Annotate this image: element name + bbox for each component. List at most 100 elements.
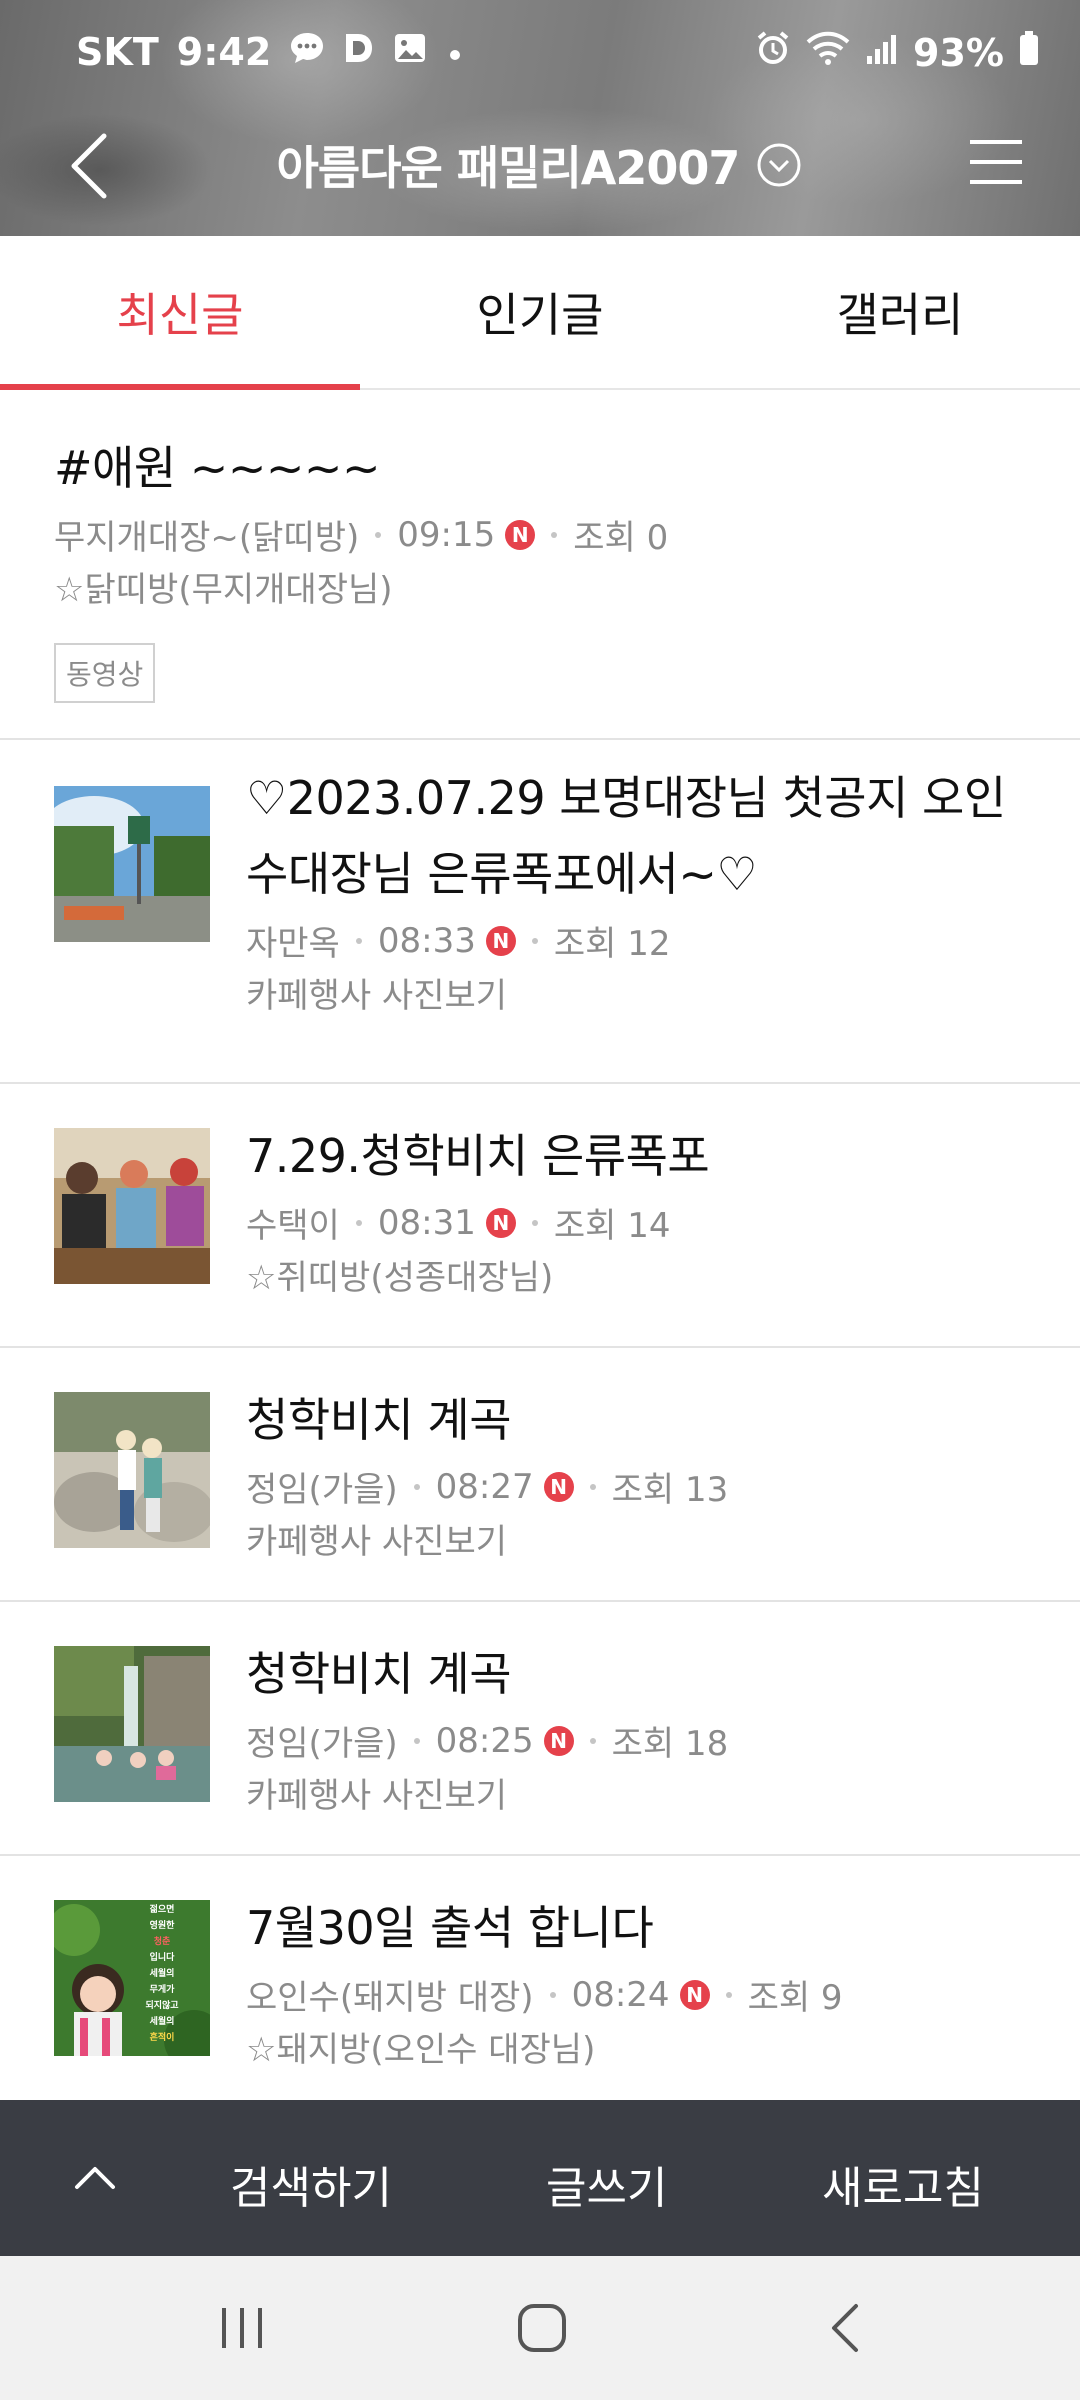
post-views: 조회 18 (611, 1724, 729, 1764)
post-meta: 정임(가을) 08:25 N 조회 18 (246, 1716, 1026, 1765)
post-title-line1: ♡2023.07.29 보명대장님 첫공지 오인 (246, 771, 1006, 825)
carrier-label: SKT (76, 30, 159, 74)
separator-dot (355, 1219, 362, 1226)
post-thumbnail (54, 1646, 210, 1802)
menu-button[interactable] (968, 138, 1024, 186)
wifi-icon (805, 30, 851, 75)
thumbnail-caption-line: 되지않고 (145, 2001, 179, 2011)
post-title: 청학비치 계곡 (246, 1647, 512, 1701)
separator-dot (551, 531, 558, 538)
status-bar: SKT 9:42 93% (0, 0, 1080, 96)
list-item[interactable]: 젊으면 영원한 청춘 입니다 세월의 무게가 되지않고 세월의 흔적이 7월30… (0, 1856, 1080, 2096)
separator-dot (589, 1737, 596, 1744)
dot-icon (445, 30, 465, 74)
post-thumbnail: 젊으면 영원한 청춘 입니다 세월의 무게가 되지않고 세월의 흔적이 (54, 1900, 210, 2056)
cafe-name: 아름다운 패밀리A2007 (276, 141, 741, 195)
post-title: 7.29.청학비치 은류폭포 (246, 1129, 710, 1183)
tab-popular[interactable]: 인기글 (360, 236, 720, 388)
thumbnail-caption-line: 무게가 (149, 1985, 175, 1995)
post-thumbnail (54, 1128, 210, 1284)
list-item[interactable]: 7.29.청학비치 은류폭포 수택이 08:31 N 조회 14 ☆쥐띠방(성종… (0, 1084, 1080, 1348)
chat-bubble-icon (289, 30, 325, 74)
post-author: 자만옥 (246, 924, 340, 964)
battery-icon (1018, 30, 1040, 75)
recent-apps-button[interactable] (212, 2298, 272, 2358)
separator-dot (413, 1483, 420, 1490)
post-views: 조회 9 (747, 1978, 843, 2018)
post-author: 오인수(돼지방 대장) (246, 1978, 534, 2018)
separator-dot (549, 1991, 556, 1998)
post-meta: 오인수(돼지방 대장) 08:24 N 조회 9 (246, 1970, 1026, 2019)
thumbnail-caption-line: 젊으면 (149, 1905, 175, 1915)
post-time: 08:33 (377, 920, 476, 961)
post-title-line2: 수대장님 은류폭포에서~♡ (246, 847, 758, 901)
bottom-toolbar: 검색하기 글쓰기 새로고침 (0, 2100, 1080, 2256)
post-meta: 자만옥 08:33 N 조회 12 (246, 916, 1026, 965)
d-app-icon (343, 30, 375, 74)
post-meta: 수택이 08:31 N 조회 14 (246, 1198, 1026, 1247)
nav-back-icon (832, 2304, 858, 2352)
signal-icon (865, 31, 899, 75)
post-board: 카페행사 사진보기 (246, 1522, 508, 1562)
post-author: 정임(가을) (246, 1724, 398, 1764)
tab-latest[interactable]: 최신글 (0, 236, 360, 390)
chevron-up-icon (75, 2167, 115, 2189)
list-item[interactable]: 청학비치 계곡 정임(가을) 08:27 N 조회 13 카페행사 사진보기 (0, 1348, 1080, 1602)
thumbnail-caption-line: 청춘 (153, 1937, 171, 1947)
post-title: 7월30일 출석 합니다 (246, 1901, 654, 1955)
list-item[interactable]: ♡2023.07.29 보명대장님 첫공지 오인 수대장님 은류폭포에서~♡ 자… (0, 740, 1080, 1084)
separator-dot (589, 1483, 596, 1490)
scroll-top-button[interactable] (0, 2100, 190, 2256)
post-time: 08:31 (377, 1202, 476, 1243)
separator-dot (531, 937, 538, 944)
post-views: 조회 0 (573, 518, 669, 558)
search-button[interactable]: 검색하기 (230, 2152, 392, 2216)
post-board: ☆돼지방(오인수 대장님) (246, 2030, 596, 2070)
new-badge: N (485, 1207, 516, 1238)
post-board: 카페행사 사진보기 (246, 1776, 508, 1816)
post-board: 카페행사 사진보기 (246, 976, 508, 1016)
post-time: 08:27 (435, 1466, 534, 1507)
thumbnail-caption-line: 입니다 (149, 1953, 175, 1963)
post-author: 정임(가을) (246, 1470, 398, 1510)
write-button[interactable]: 글쓰기 (546, 2152, 667, 2216)
post-board: ☆쥐띠방(성종대장님) (246, 1258, 554, 1298)
recent-apps-icon (222, 2308, 262, 2348)
list-item[interactable]: 청학비치 계곡 정임(가을) 08:25 N 조회 18 카페행사 사진보기 (0, 1602, 1080, 1856)
post-list: #애원 ~~~~~ 무지개대장~(닭띠방) 09:15 N 조회 0 ☆닭띠방(… (0, 396, 1080, 2096)
post-views: 조회 14 (553, 1206, 671, 1246)
thumbnail-caption-line: 세월의 (149, 2017, 175, 2027)
post-board: ☆닭띠방(무지개대장님) (54, 570, 393, 610)
post-author: 수택이 (246, 1206, 340, 1246)
separator-dot (413, 1737, 420, 1744)
separator-dot (355, 937, 362, 944)
home-button[interactable] (512, 2298, 572, 2358)
cafe-title[interactable]: 아름다운 패밀리A2007 (0, 132, 1080, 198)
new-badge: N (485, 925, 516, 956)
new-badge: N (505, 519, 536, 550)
separator-dot (531, 1219, 538, 1226)
post-meta: 정임(가을) 08:27 N 조회 13 (246, 1462, 1026, 1511)
gallery-icon (393, 30, 427, 74)
alarm-icon (755, 30, 791, 75)
chevron-down-circle-icon (757, 143, 801, 187)
post-views: 조회 13 (611, 1470, 729, 1510)
thumbnail-caption-line: 세월의 (149, 1969, 175, 1979)
list-item[interactable]: #애원 ~~~~~ 무지개대장~(닭띠방) 09:15 N 조회 0 ☆닭띠방(… (0, 396, 1080, 740)
system-nav-bar (0, 2256, 1080, 2400)
thumbnail-caption-line: 영원한 (149, 1921, 175, 1931)
new-badge: N (679, 1979, 710, 2010)
tab-bar: 최신글 인기글 갤러리 (0, 236, 1080, 390)
post-title: ♡2023.07.29 보명대장님 첫공지 오인 수대장님 은류폭포에서~♡ (246, 760, 1026, 912)
thumbnail-caption: 젊으면 영원한 청춘 입니다 세월의 무게가 되지않고 세월의 흔적이 (116, 1902, 208, 2046)
post-time: 09:15 (397, 514, 496, 555)
tab-gallery[interactable]: 갤러리 (720, 236, 1080, 388)
post-title: 청학비치 계곡 (246, 1393, 512, 1447)
nav-back-button[interactable] (818, 2298, 878, 2358)
refresh-button[interactable]: 새로고침 (822, 2152, 984, 2216)
hamburger-menu-icon (970, 140, 1022, 184)
new-badge: N (543, 1471, 574, 1502)
clock: 9:42 (176, 30, 272, 74)
header-banner: SKT 9:42 93% 아름다운 패밀리A2007 (0, 0, 1080, 236)
battery-percent: 93% (913, 30, 1004, 75)
